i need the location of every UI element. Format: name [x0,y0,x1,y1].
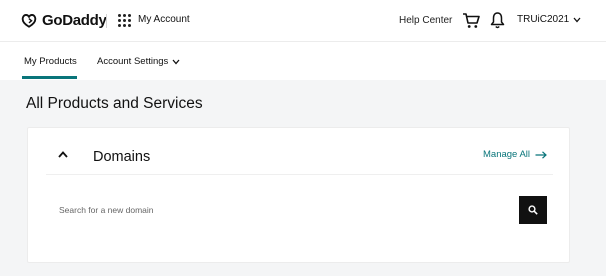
page-title: All Products and Services [26,95,203,112]
domains-card: Domains Manage All [27,127,570,263]
username: TRUiC2021 [517,14,570,25]
chevron-down-icon [172,59,180,64]
active-tab-indicator [22,76,77,79]
cart-icon[interactable] [462,12,480,29]
domain-search-input[interactable] [46,196,519,224]
domains-card-header: Domains Manage All [28,128,571,174]
brand-name: GoDaddy [42,11,107,29]
help-center-link[interactable]: Help Center [399,15,452,26]
domain-search [46,196,547,224]
search-button[interactable] [519,196,547,224]
chevron-down-icon [573,17,581,22]
top-header: GoDaddy My Account Help Center TRUiC2021 [0,0,606,42]
godaddy-logo[interactable]: GoDaddy [20,11,107,29]
domains-card-title: Domains [93,149,151,165]
tab-account-settings[interactable]: Account Settings [97,56,180,67]
account-nav: My Products Account Settings [0,42,606,80]
user-menu[interactable]: TRUiC2021 [517,14,581,25]
my-account-label[interactable]: My Account [138,14,190,25]
bell-icon[interactable] [490,11,505,29]
search-icon [528,205,538,215]
chevron-up-icon[interactable] [58,151,68,158]
tab-my-products[interactable]: My Products [24,56,77,67]
header-divider [106,14,107,28]
main-content: All Products and Services Domains Manage… [0,80,606,276]
arrow-right-icon [535,150,547,159]
godaddy-logo-icon [21,14,37,28]
apps-grid-icon[interactable] [118,14,131,27]
manage-all-link[interactable]: Manage All [483,149,547,160]
card-divider [46,174,553,175]
manage-all-label: Manage All [483,149,531,160]
tab-account-settings-label: Account Settings [97,56,169,67]
